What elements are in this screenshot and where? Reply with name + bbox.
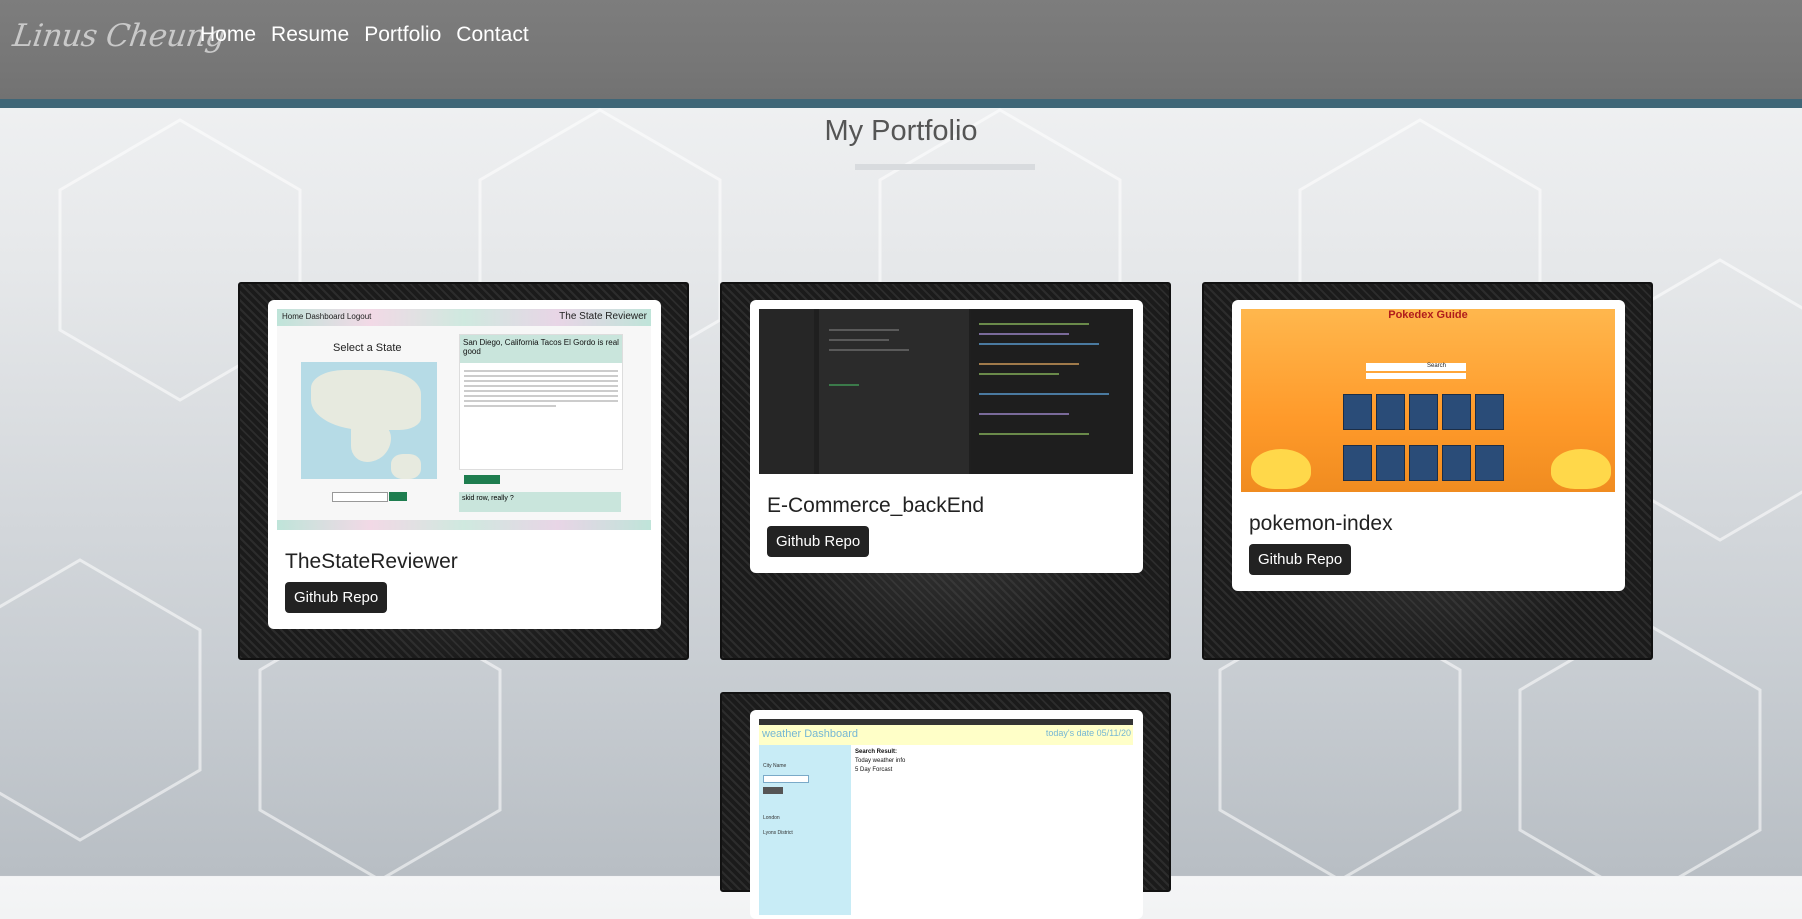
page-title: My Portfolio: [824, 115, 978, 147]
pikachu-image: [1251, 449, 1311, 489]
brand-logo[interactable]: Linus Cheung: [10, 18, 227, 54]
project-card-ecommerce: E-Commerce_backEnd Github Repo: [720, 282, 1171, 660]
project-card-weather: weather Dashboard today's date 05/11/20 …: [720, 692, 1171, 919]
navbar: Linus Cheung Home Resume Portfolio Conta…: [0, 0, 1802, 108]
screenshot-title: The State Reviewer: [559, 311, 647, 322]
project-card-body: Pokedex Guide Search pokemon-index Githu…: [1232, 300, 1625, 591]
project-title: E-Commerce_backEnd: [767, 494, 985, 517]
pikachu-image: [1551, 449, 1611, 489]
screenshot-title: Pokedex Guide: [1388, 309, 1468, 321]
nav-link-contact[interactable]: Contact: [456, 22, 528, 48]
title-underline: [855, 164, 1035, 170]
screenshot-post-title: San Diego, California Tacos El Gordo is …: [460, 335, 622, 363]
project-card-body: E-Commerce_backEnd Github Repo: [750, 300, 1143, 573]
nav-link-home[interactable]: Home: [200, 22, 256, 48]
nav-links: Home Resume Portfolio Contact: [200, 22, 544, 48]
project-card-pokemon: Pokedex Guide Search pokemon-index Githu…: [1202, 282, 1653, 660]
project-title: TheStateReviewer: [285, 550, 458, 573]
screenshot-post2: skid row, really ?: [459, 492, 621, 512]
github-repo-button[interactable]: Github Repo: [1249, 544, 1352, 575]
project-title: pokemon-index: [1249, 512, 1393, 535]
screenshot-select-label: Select a State: [333, 342, 402, 354]
github-repo-button[interactable]: Github Repo: [285, 582, 388, 613]
project-screenshot: Home Dashboard Logout The State Reviewer…: [277, 309, 651, 530]
project-screenshot: Pokedex Guide Search: [1241, 309, 1615, 492]
nav-link-portfolio[interactable]: Portfolio: [364, 22, 441, 48]
project-card-body: Home Dashboard Logout The State Reviewer…: [268, 300, 661, 629]
screenshot-nav: Home Dashboard Logout: [282, 312, 372, 321]
github-repo-button[interactable]: Github Repo: [767, 526, 870, 557]
project-screenshot: weather Dashboard today's date 05/11/20 …: [759, 719, 1133, 919]
project-screenshot: [759, 309, 1133, 474]
project-card-state-reviewer: Home Dashboard Logout The State Reviewer…: [238, 282, 689, 660]
map-image: [301, 362, 437, 479]
nav-link-resume[interactable]: Resume: [271, 22, 349, 48]
project-card-body: weather Dashboard today's date 05/11/20 …: [750, 710, 1143, 919]
